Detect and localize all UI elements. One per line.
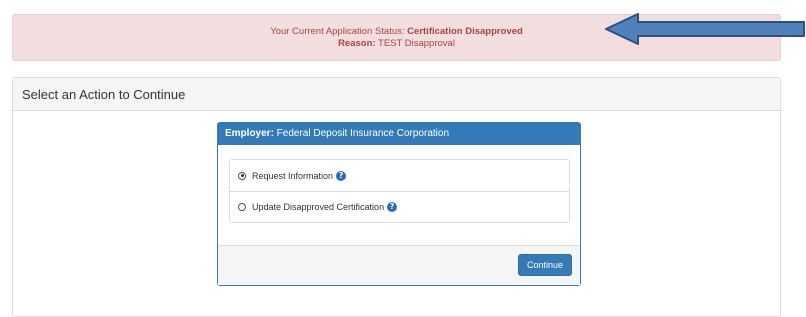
option-request-information[interactable]: Request Information ? [230, 160, 569, 191]
option-label: Update Disapproved Certification [252, 202, 385, 212]
employer-label: Employer: [225, 128, 274, 139]
action-panel-title: Select an Action to Continue [13, 78, 780, 111]
action-options: Request Information ? Update Disapproved… [229, 159, 570, 223]
option-label: Request Information [252, 170, 334, 181]
reason-label: Reason: [338, 38, 376, 49]
request-information-radio[interactable] [238, 171, 246, 180]
employer-header: Employer: Federal Deposit Insurance Corp… [218, 123, 580, 145]
annotation-arrow-icon [604, 12, 806, 46]
update-certification-radio[interactable] [238, 203, 246, 211]
employer-card: Employer: Federal Deposit Insurance Corp… [217, 122, 581, 286]
continue-button[interactable]: Continue [517, 254, 572, 276]
help-icon[interactable]: ? [336, 170, 347, 181]
reason-value: TEST Disapproval [375, 38, 455, 49]
status-value: Certification Disapproved [407, 26, 523, 37]
action-panel: Select an Action to Continue Employer: F… [12, 77, 781, 317]
employer-name: Federal Deposit Insurance Corporation [273, 128, 449, 139]
option-update-disapproved-certification[interactable]: Update Disapproved Certification ? [230, 191, 569, 222]
help-icon[interactable]: ? [387, 202, 398, 212]
card-footer: Continue [218, 245, 580, 285]
status-prefix: Your Current Application Status: [270, 26, 408, 37]
